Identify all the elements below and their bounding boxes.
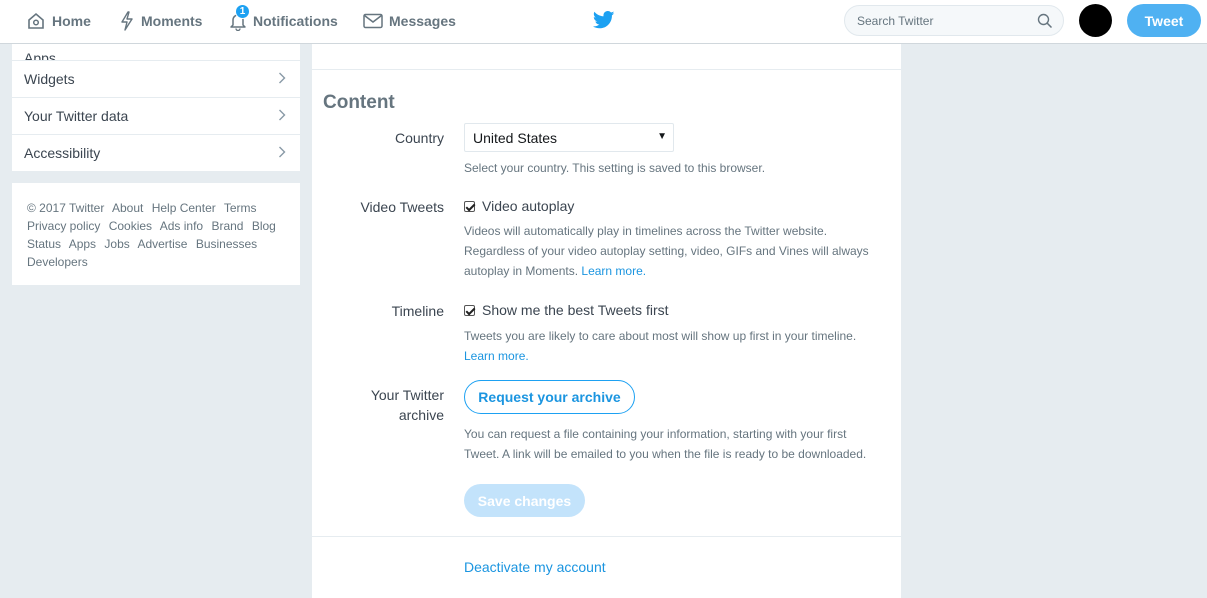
video-autoplay-row: Video autoplay <box>464 198 574 214</box>
divider <box>312 69 901 70</box>
sidebar-item-apps[interactable]: Apps <box>12 44 300 61</box>
country-label: Country <box>394 130 444 146</box>
top-navigation-bar: Home Moments 1 Notifications Messages Tw… <box>0 0 1207 44</box>
country-select-value: United States <box>473 129 558 146</box>
nav-messages[interactable]: Messages <box>363 0 456 42</box>
timeline-learn-more-link[interactable]: Learn more. <box>464 349 529 363</box>
home-icon <box>28 12 44 29</box>
nav-home-label: Home <box>52 13 91 29</box>
footer-link[interactable]: Blog <box>252 219 276 233</box>
footer-link[interactable]: Businesses <box>196 237 257 251</box>
footer-link[interactable]: Ads info <box>160 219 203 233</box>
sidebar-item-your-twitter-data[interactable]: Your Twitter data <box>12 98 300 135</box>
country-select[interactable]: United States ▼ <box>464 123 674 152</box>
best-tweets-checkbox[interactable] <box>464 304 475 316</box>
footer-link[interactable]: Privacy policy <box>27 219 100 233</box>
caret-down-icon: ▼ <box>657 131 667 142</box>
footer-link[interactable]: Apps <box>69 237 96 251</box>
nav-notifications[interactable]: 1 Notifications <box>229 0 338 42</box>
timeline-label: Timeline <box>391 303 444 319</box>
footer-link[interactable]: Status <box>27 237 61 251</box>
nav-notifications-label: Notifications <box>253 13 338 29</box>
sidebar-item-accessibility[interactable]: Accessibility <box>12 135 300 172</box>
footer-link[interactable]: Help Center <box>152 201 216 215</box>
archive-help-text: You can request a file containing your i… <box>464 427 867 461</box>
video-learn-more-link[interactable]: Learn more. <box>581 264 646 278</box>
settings-main-panel: Content Country United States ▼ Select y… <box>312 44 901 598</box>
sidebar-item-label: Widgets <box>24 71 75 87</box>
sidebar-item-label: Apps <box>24 50 56 61</box>
tweet-button[interactable]: Tweet <box>1127 4 1201 37</box>
video-help-body: Videos will automatically play in timeli… <box>464 224 869 278</box>
timeline-help-text: Tweets you are likely to care about most… <box>464 326 874 366</box>
archive-label-line2: archive <box>398 407 444 423</box>
sidebar-item-label: Your Twitter data <box>24 108 129 124</box>
best-tweets-label[interactable]: Show me the best Tweets first <box>482 302 669 318</box>
sidebar-item-widgets[interactable]: Widgets <box>12 61 300 98</box>
save-changes-button[interactable]: Save changes <box>464 484 585 517</box>
footer-link[interactable]: Terms <box>224 201 257 215</box>
nav-messages-label: Messages <box>389 13 456 29</box>
timeline-help-body: Tweets you are likely to care about most… <box>464 329 857 343</box>
footer-link[interactable]: Brand <box>211 219 243 233</box>
video-help-text: Videos will automatically play in timeli… <box>464 221 874 281</box>
twitter-bird-logo[interactable] <box>593 11 615 29</box>
search-box[interactable] <box>844 5 1064 36</box>
country-help-text: Select your country. This setting is sav… <box>464 161 766 175</box>
best-tweets-row: Show me the best Tweets first <box>464 302 669 318</box>
archive-label: Your Twitter archive <box>371 385 444 425</box>
search-icon[interactable] <box>1037 13 1053 29</box>
footer-link[interactable]: Advertise <box>137 237 187 251</box>
footer-link[interactable]: Developers <box>27 255 88 269</box>
search-input[interactable] <box>857 13 1027 28</box>
footer-link[interactable]: © 2017 Twitter <box>27 201 104 215</box>
notification-count-badge: 1 <box>235 4 250 19</box>
site-footer: © 2017 Twitter About Help Center Terms P… <box>12 183 300 285</box>
request-archive-button[interactable]: Request your archive <box>464 380 635 414</box>
divider <box>312 536 901 537</box>
video-autoplay-label[interactable]: Video autoplay <box>482 198 574 214</box>
deactivate-account-link[interactable]: Deactivate my account <box>464 559 606 575</box>
archive-label-line1: Your Twitter <box>370 387 444 403</box>
chevron-right-icon <box>278 145 286 161</box>
video-tweets-label: Video Tweets <box>360 199 444 215</box>
lightning-icon <box>121 11 133 31</box>
footer-link[interactable]: Jobs <box>104 237 129 251</box>
footer-link[interactable]: About <box>112 201 143 215</box>
nav-moments-label: Moments <box>141 13 203 29</box>
video-autoplay-checkbox[interactable] <box>464 200 475 212</box>
nav-home[interactable]: Home <box>26 0 91 42</box>
footer-link[interactable]: Cookies <box>109 219 152 233</box>
avatar[interactable] <box>1079 4 1112 37</box>
chevron-right-icon <box>278 108 286 124</box>
sidebar-item-label: Accessibility <box>24 145 101 161</box>
settings-sidebar: Apps Widgets Your Twitter data Accessibi… <box>12 44 300 172</box>
envelope-icon <box>363 13 383 29</box>
chevron-right-icon <box>278 71 286 87</box>
nav-moments[interactable]: Moments <box>119 0 202 42</box>
section-title: Content <box>323 92 395 113</box>
